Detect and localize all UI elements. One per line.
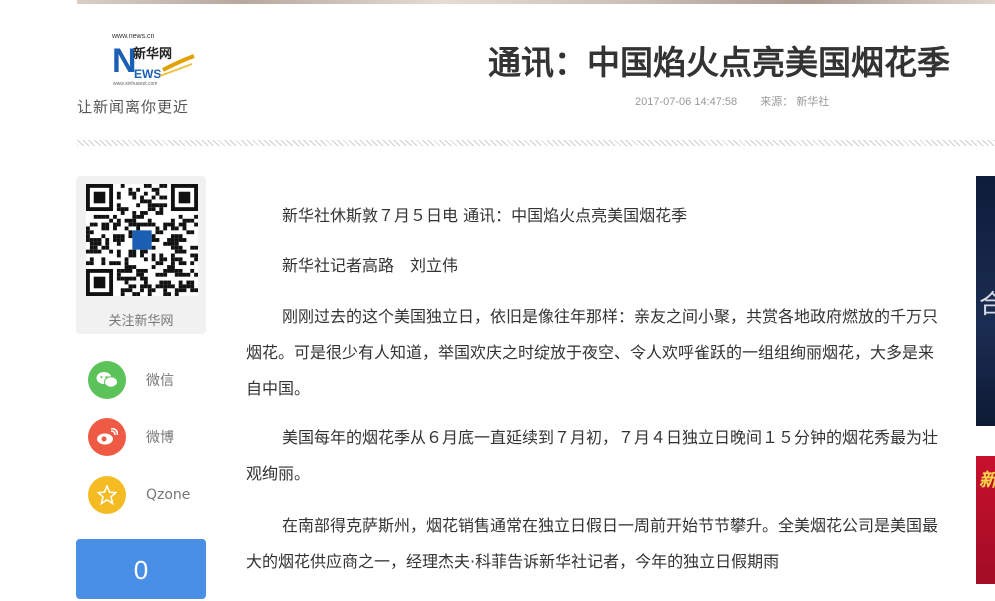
qr-code-image <box>86 184 198 296</box>
article-headline: 通讯：中国焰火点亮美国烟花季 <box>488 43 950 82</box>
like-count-button[interactable]: 0 <box>76 539 206 599</box>
right-ad-banner-bottom[interactable]: 新 <box>976 456 995 584</box>
share-wechat-button[interactable]: 微信 <box>88 361 174 399</box>
qr-code-panel: 关注新华网 <box>76 176 206 334</box>
article-paragraph: 刚刚过去的这个美国独立日，依旧是像往年那样：亲友之间小聚，共赏各地政府燃放的千万… <box>246 307 939 398</box>
top-banner-image <box>77 0 995 4</box>
header-divider <box>77 140 995 146</box>
article-paragraph: 在南部得克萨斯州，烟花销售通常在独立日假日一周前开始节节攀升。全美烟花公司是美国… <box>246 516 939 571</box>
article-source: 来源： 新华社 <box>760 96 830 108</box>
share-qzone-button[interactable]: Qzone <box>88 476 190 514</box>
logo-cn-text: 新华网 <box>133 47 173 62</box>
right-ad-banner-top[interactable]: 合 <box>976 176 995 426</box>
ad-text: 新 <box>979 466 995 492</box>
share-weibo-label: 微博 <box>146 430 174 446</box>
ad-text: 合 <box>979 290 995 320</box>
qzone-icon <box>88 476 126 514</box>
site-tagline: 让新闻离你更近 <box>77 98 190 116</box>
wechat-icon <box>88 361 126 399</box>
article-timestamp: 2017-07-06 14:47:58 <box>635 96 738 108</box>
share-qzone-label: Qzone <box>146 487 191 503</box>
article-paragraph: 美国每年的烟花季从６月底一直延续到７月初，７月４日独立日晚间１５分钟的烟花秀最为… <box>246 428 939 483</box>
article-paragraph: 新华社休斯敦７月５日电 通讯：中国焰火点亮美国烟花季 <box>282 206 688 225</box>
svg-text:EWS: EWS <box>134 67 161 81</box>
share-weibo-button[interactable]: 微博 <box>88 418 174 456</box>
weibo-icon <box>88 418 126 456</box>
article-meta: 2017-07-06 14:47:58 来源： 新华社 <box>635 93 849 109</box>
logo-url-text: www.news.cn <box>112 33 155 40</box>
qr-label: 关注新华网 <box>108 314 174 329</box>
share-wechat-label: 微信 <box>146 373 174 389</box>
article-paragraph: 新华社记者高路 刘立伟 <box>282 256 459 275</box>
logo-sub-url: www.xinhuanet.com <box>113 81 158 87</box>
